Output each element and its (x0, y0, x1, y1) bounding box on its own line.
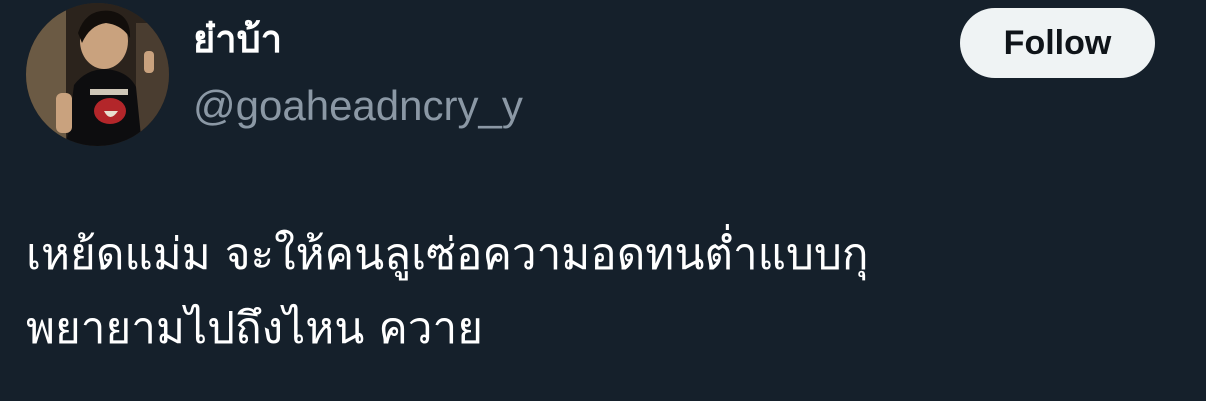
avatar[interactable] (26, 3, 169, 146)
tweet-text-line: พยายามไปถึงไหน ควาย (26, 303, 483, 354)
display-name[interactable]: ย๋าบ้า (193, 16, 282, 64)
tweet-card: ย๋าบ้า @goaheadncry_y Follow เหย้ดแม่ม จ… (0, 0, 1206, 401)
avatar-photo (26, 3, 169, 146)
follow-button[interactable]: Follow (960, 8, 1155, 78)
tweet-text-line: เหย้ดแม่ม จะให้คนลูเซ่อความอดทนต่ำแบบกุ (26, 229, 869, 280)
tweet-text: เหย้ดแม่ม จะให้คนลูเซ่อความอดทนต่ำแบบกุ … (26, 218, 1176, 366)
username[interactable]: @goaheadncry_y (193, 80, 523, 132)
